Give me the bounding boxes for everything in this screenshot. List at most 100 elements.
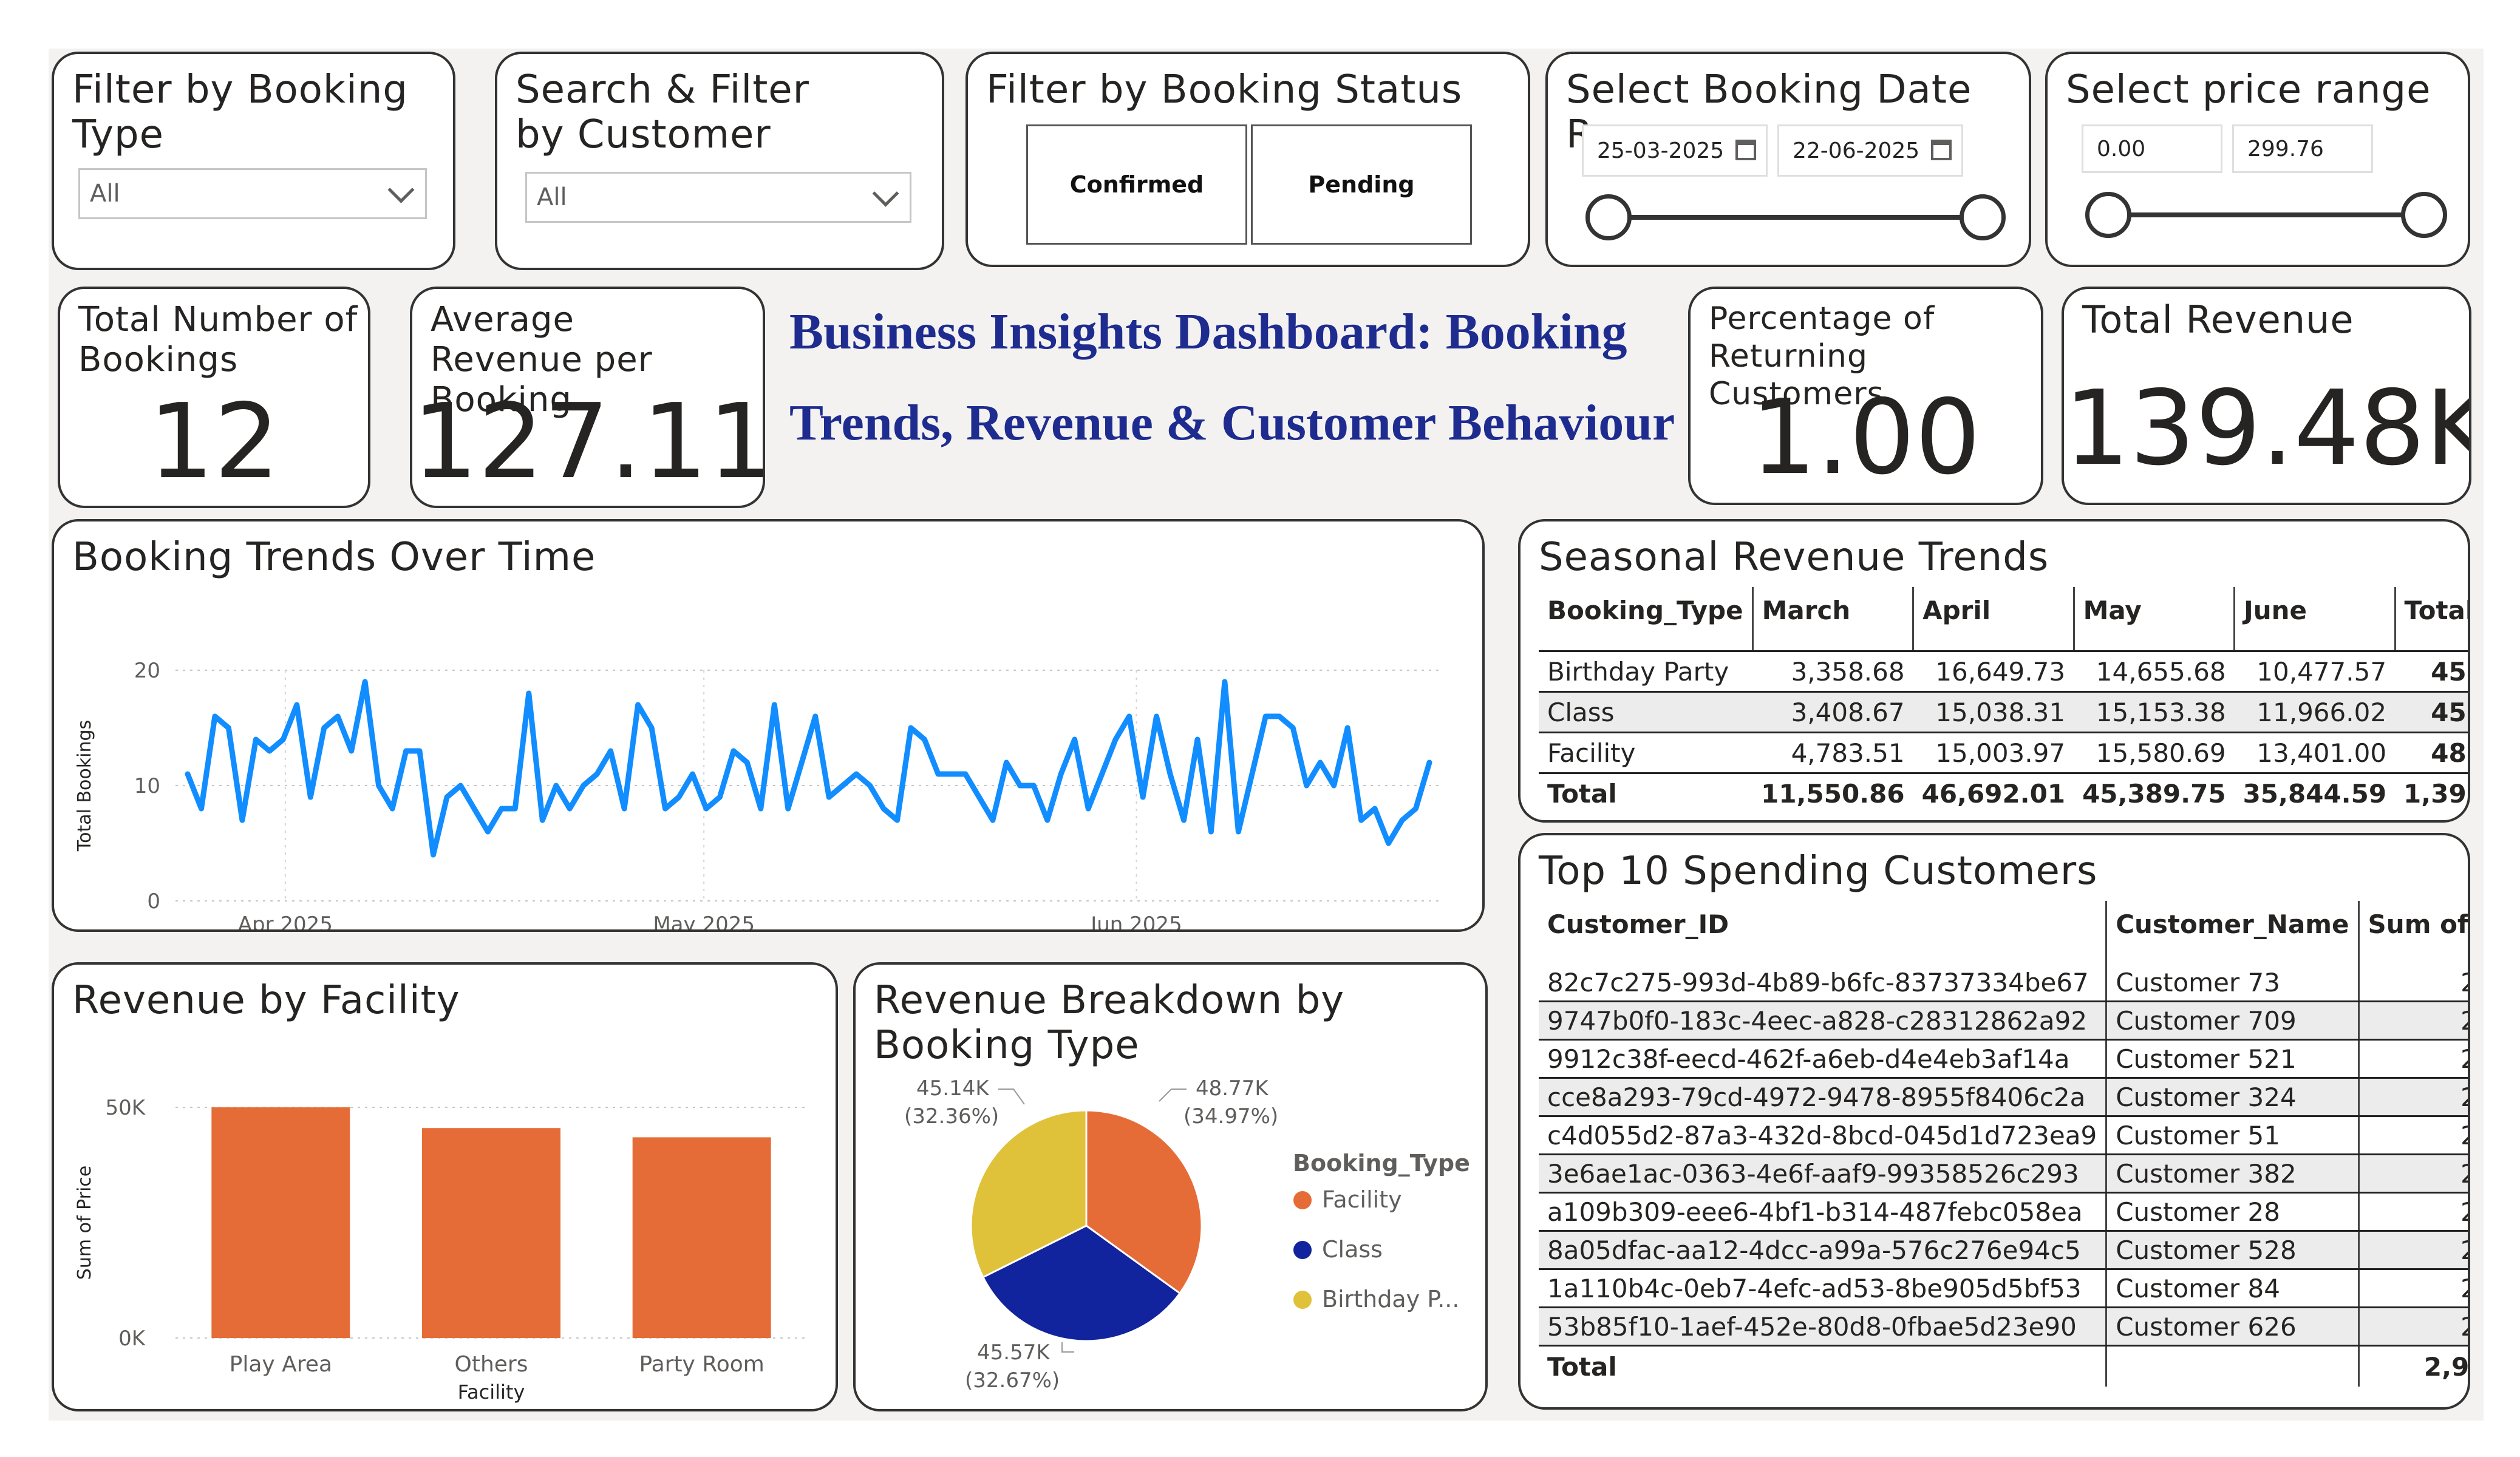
- y-tick-label: 10: [134, 774, 160, 798]
- price-cell: 298.54: [2357, 1192, 2468, 1232]
- dashboard-title-line1: Business Insights Dashboard: Booking: [789, 304, 1627, 360]
- price-cell: 299.05: [2357, 1116, 2468, 1155]
- column-header[interactable]: June: [2233, 587, 2396, 652]
- column-header[interactable]: May: [2072, 587, 2235, 652]
- total-cell: 1,39,477.21: [2403, 778, 2470, 809]
- y-tick-label: 20: [134, 659, 160, 683]
- price-range-title: Select price range: [2066, 67, 2431, 112]
- total-cell: 11,550.86: [1761, 778, 1905, 809]
- row-header: Birthday Party: [1539, 651, 1753, 693]
- customer-id-cell: cce8a293-79cd-4972-9478-8955f8406c2a: [1539, 1078, 2106, 1117]
- matrix-cell: 3,358.68: [1752, 651, 1913, 693]
- status-pending-button[interactable]: Pending: [1251, 124, 1472, 245]
- legend-dot: [1293, 1241, 1312, 1259]
- table-row[interactable]: 53b85f10-1aef-452e-80d8-0fbae5d23e90 Cust…: [1539, 1307, 2468, 1347]
- max-price-value: 299.76: [2247, 136, 2324, 161]
- table-row[interactable]: 82c7c275-993d-4b89-b6fc-83737334be67 Cust…: [1539, 964, 2468, 1002]
- min-price-input[interactable]: 0.00: [2082, 124, 2222, 173]
- total-cell: 46,692.01: [1921, 778, 2066, 809]
- table-row[interactable]: 8a05dfac-aa12-4dcc-a99a-576c276e94c5 Cust…: [1539, 1231, 2468, 1270]
- customer-dropdown[interactable]: All: [525, 172, 911, 223]
- column-header[interactable]: April: [1912, 587, 2074, 652]
- column-header[interactable]: Booking_Type: [1539, 587, 1753, 652]
- price-cell: 299.76: [2357, 964, 2468, 1002]
- top-customers-card: Top 10 Spending Customers Customer_ID Cus…: [1518, 833, 2470, 1410]
- facility-revenue-chart[interactable]: 0K 50K Play Area Others Party Room Facility Su…: [54, 1031, 836, 1408]
- matrix-row: Facility 4,783.51 15,003.97 15,580.69 13,401…: [1539, 732, 2468, 774]
- column-header[interactable]: March: [1751, 587, 1913, 652]
- y-axis-title: Sum of Price: [74, 1166, 95, 1280]
- total-cell: 35,844.59: [2242, 778, 2387, 809]
- matrix-cell: 45,141.66: [2395, 651, 2468, 693]
- x-tick-label: Others: [455, 1352, 528, 1377]
- booking-trends-card: Booking Trends Over Time 0 10 20 Apr 2025 Ma…: [52, 519, 1485, 932]
- customer-id-cell: 1a110b4c-0eb7-4efc-ad53-8be905d5bf53: [1539, 1269, 2106, 1308]
- status-confirmed-button[interactable]: Confirmed: [1026, 124, 1247, 245]
- table-row[interactable]: 1a110b4c-0eb7-4efc-ad53-8be905d5bf53 Cust…: [1539, 1269, 2468, 1308]
- table-total-row: Total 2,987.79: [1539, 1345, 2468, 1387]
- table-row[interactable]: c4d055d2-87a3-432d-8bcd-045d1d723ea9 Cust…: [1539, 1116, 2468, 1155]
- matrix-cell: 10,477.57: [2234, 651, 2396, 693]
- table-row[interactable]: 9747b0f0-183c-4eec-a828-c28312862a92 Cust…: [1539, 1001, 2468, 1041]
- price-cell: 298.15: [2357, 1231, 2468, 1270]
- customer-id-cell: 3e6ae1ac-0363-4e6f-aaf9-99358526c293: [1539, 1154, 2106, 1194]
- pie-data-label: 45.14K: [916, 1076, 990, 1101]
- total-label: Total: [1547, 778, 1617, 809]
- date-slider-end-handle[interactable]: [1960, 194, 2006, 240]
- total-cell: 2,987.79: [2357, 1345, 2468, 1387]
- matrix-cell: 3,408.67: [1752, 691, 1913, 733]
- customer-name-cell: Customer 84: [2105, 1269, 2359, 1308]
- customer-id-cell: c4d055d2-87a3-432d-8bcd-045d1d723ea9: [1539, 1116, 2106, 1155]
- booking-type-pie-chart[interactable]: 48.77K (34.97%) 45.57K (32.67%) 45.14K (32.36…: [856, 1068, 1485, 1408]
- matrix-row: Birthday Party 3,358.68 16,649.73 14,655.68…: [1539, 651, 2468, 693]
- booking-type-dropdown[interactable]: All: [78, 168, 427, 219]
- column-header[interactable]: Customer_ID: [1539, 901, 2106, 964]
- date-slider-start-handle[interactable]: [1585, 194, 1632, 240]
- date-slider-track[interactable]: [1609, 215, 1985, 220]
- customer-filter-title: Search & Filter by Customer: [516, 67, 809, 157]
- booking-type-breakdown-title: Revenue Breakdown by Booking Type: [874, 978, 1345, 1068]
- bar-party-room: [632, 1137, 771, 1338]
- customer-id-cell: a109b309-eee6-4bf1-b314-487febc058ea: [1539, 1192, 2106, 1232]
- customer-name-cell: Customer 51: [2105, 1116, 2359, 1155]
- date-range-filter-card: Select Booking Date Range 25-03-2025 22-…: [1545, 52, 2031, 267]
- max-price-input[interactable]: 299.76: [2232, 124, 2373, 173]
- booking-type-breakdown-card: Revenue Breakdown by Booking Type 48.77K…: [853, 962, 1488, 1411]
- matrix-cell: 15,580.69: [2074, 732, 2235, 774]
- table-row[interactable]: 3e6ae1ac-0363-4e6f-aaf9-99358526c293 Cust…: [1539, 1154, 2468, 1194]
- column-header[interactable]: Sum of Price: [2357, 901, 2468, 964]
- customer-name-cell: Customer 28: [2105, 1192, 2359, 1232]
- y-tick-label: 0: [147, 889, 160, 914]
- column-header[interactable]: Total: [2394, 587, 2468, 652]
- table-row[interactable]: cce8a293-79cd-4972-9478-8955f8406c2a Cust…: [1539, 1078, 2468, 1117]
- min-price-value: 0.00: [2097, 136, 2146, 161]
- customer-name-cell: Customer 626: [2105, 1307, 2359, 1347]
- table-header-row: Customer_IDCustomer_NameSum of Price: [1539, 901, 2468, 964]
- matrix-cell: 16,649.73: [1913, 651, 2074, 693]
- price-cell: 299.62: [2357, 1001, 2468, 1041]
- calendar-icon[interactable]: [1931, 140, 1952, 160]
- matrix-cell: 15,003.97: [1913, 732, 2074, 774]
- calendar-icon[interactable]: [1735, 140, 1756, 160]
- column-header[interactable]: Customer_Name: [2105, 901, 2359, 964]
- matrix-cell: 15,038.31: [1913, 691, 2074, 733]
- table-row[interactable]: a109b309-eee6-4bf1-b314-487febc058ea Cust…: [1539, 1192, 2468, 1232]
- matrix-total-row: Total 11,550.86 46,692.01 45,389.75 35,844.5…: [1539, 773, 2470, 813]
- facility-revenue-card: Revenue by Facility 0K 50K Play Area Others…: [52, 962, 838, 1411]
- bar-others: [422, 1128, 560, 1338]
- booking-trends-chart[interactable]: 01020Apr 2025May 2025Jun 2025Booking_Dat…: [54, 591, 1482, 931]
- booking-type-filter-title: Filter by Booking Type: [72, 67, 408, 157]
- customer-name-cell: Customer 709: [2105, 1001, 2359, 1041]
- price-slider-min-handle[interactable]: [2085, 192, 2131, 238]
- legend-title: Booking_Type: [1293, 1150, 1470, 1177]
- price-slider-track[interactable]: [2108, 212, 2424, 217]
- returning-customers-card: Percentage of Returning Customers 1.00: [1688, 287, 2043, 505]
- table-row[interactable]: 9912c38f-eecd-462f-a6eb-d4e4eb3af14a Cust…: [1539, 1039, 2468, 1079]
- matrix-cell: 13,401.00: [2234, 732, 2396, 774]
- bar-play-area: [211, 1107, 350, 1338]
- end-date-input[interactable]: 22-06-2025: [1777, 124, 1963, 177]
- start-date-input[interactable]: 25-03-2025: [1582, 124, 1768, 177]
- legend-dot: [1293, 1291, 1312, 1309]
- x-tick-label: Jun 2025: [1089, 912, 1182, 931]
- price-slider-max-handle[interactable]: [2401, 192, 2447, 238]
